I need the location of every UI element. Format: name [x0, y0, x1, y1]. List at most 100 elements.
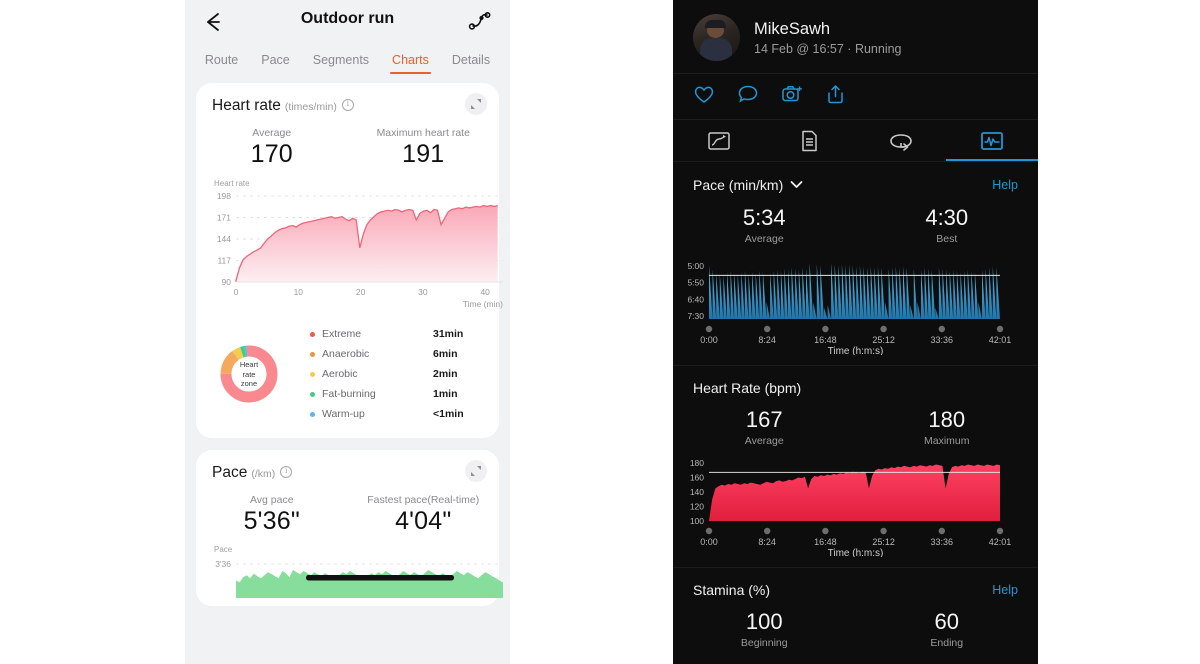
pace-average-stat: 5:34 Average [673, 205, 856, 245]
stat-value: 180 [928, 407, 966, 432]
zone-value: 31min [433, 328, 464, 340]
tab-details[interactable]: Details [452, 53, 490, 74]
tab-route[interactable]: Route [205, 53, 238, 74]
avatar[interactable] [693, 14, 740, 61]
stat-label: Average [744, 233, 784, 245]
tab-laps[interactable] [856, 120, 947, 161]
legend-item-fat-burning: Fat-burning 1min [310, 384, 481, 404]
hr-plot-area: 180 160 140 120 100 0:00 8:24 16:48 25:12 33:36 42… [673, 458, 1038, 559]
pace-section-header: Pace (min/km) Help [673, 176, 1038, 194]
chevron-down-icon[interactable] [790, 176, 803, 194]
zone-value: 1min [433, 388, 458, 400]
heart-rate-section-stats: 167 Average 180 Maximum [673, 407, 1038, 447]
pace-fastest-stat: Fastest pace(Real-time) 4'04" [348, 494, 500, 536]
svg-text:100: 100 [690, 516, 704, 526]
tab-pace[interactable]: Pace [261, 53, 290, 74]
svg-text:5:00: 5:00 [687, 261, 704, 271]
right-tab-bar [673, 120, 1038, 162]
svg-text:25:12: 25:12 [872, 537, 895, 547]
screenshot-stage: Outdoor run Route Pace Segments Charts D… [0, 0, 1200, 664]
heart-rate-average-stat: Average 170 [196, 127, 348, 169]
stat-value: 4'04" [395, 507, 452, 535]
laps-loop-icon [890, 133, 912, 151]
pace-best-stat: 4:30 Best [856, 205, 1039, 245]
expand-icon[interactable] [465, 93, 487, 115]
stat-label: Best [936, 233, 958, 245]
user-name: MikeSawh [754, 19, 831, 38]
pace-chart: Pace 3'36 [196, 545, 503, 598]
left-tab-bar: Route Pace Segments Charts Details [185, 44, 510, 74]
stamina-help-link[interactable]: Help [992, 583, 1018, 597]
share-route-icon[interactable] [467, 8, 493, 34]
pace-plot-area: 5:00 5:50 6:40 7:30 0:00 8:24 16:48 25:12 33:36 4… [673, 257, 1038, 357]
pace-help-link[interactable]: Help [992, 178, 1018, 192]
svg-text:117: 117 [217, 256, 231, 266]
camera-icon[interactable] [781, 84, 804, 109]
svg-text:3'36: 3'36 [215, 559, 231, 569]
donut-center-label: Heart rate zone [239, 359, 259, 388]
heart-rate-chart: Heart rate 198 171 144 117 90 0 10 20 30 40 Time (… [196, 179, 503, 310]
svg-text:144: 144 [217, 234, 231, 244]
stat-value: 5:34 [742, 205, 786, 230]
heart-rate-zone-row: Heart rate zone Extreme 31min Anaerobic 6m… [196, 310, 499, 430]
zone-name: Warm-up [322, 408, 365, 420]
pace-section-title: Pace (min/km) [693, 177, 784, 193]
pace-unit: (/km) [251, 468, 276, 480]
svg-text:140: 140 [690, 487, 704, 497]
svg-text:Time (h:m:s): Time (h:m:s) [828, 548, 884, 557]
info-icon[interactable] [280, 465, 293, 478]
hr-average-stat: 167 Average [673, 407, 856, 447]
zone-name: Aerobic [322, 368, 358, 380]
zone-color-dot [310, 351, 315, 357]
expand-icon[interactable] [465, 460, 487, 482]
svg-text:90: 90 [222, 277, 232, 287]
tab-document[interactable] [764, 120, 855, 161]
zone-value: 6min [433, 348, 458, 360]
svg-text:42:01: 42:01 [989, 537, 1012, 547]
tab-segments[interactable]: Segments [313, 53, 369, 74]
legend-item-extreme: Extreme 31min [310, 324, 481, 344]
tab-map-route[interactable] [673, 120, 764, 161]
pace-card: Pace (/km) Avg pace 5'36" Fastest pace(R… [196, 450, 503, 606]
activity-actions [673, 73, 1038, 120]
stat-label: Average [252, 127, 292, 139]
heart-rate-max-stat: Maximum heart rate 191 [348, 127, 500, 169]
stat-value: 100 [745, 609, 783, 634]
hr-y-axis-title: Heart rate [214, 179, 250, 188]
stamina-section-header: Stamina (%) Help [673, 582, 1038, 598]
stat-label: Ending [930, 637, 964, 649]
tab-charts[interactable]: Charts [390, 53, 431, 74]
heart-rate-section-header: Heart Rate (bpm) [673, 380, 1038, 396]
stat-label: Fastest pace(Real-time) [367, 494, 480, 506]
heart-rate-section: Heart Rate (bpm) 167 Average 180 Maximum… [673, 366, 1038, 559]
comment-icon[interactable] [737, 84, 759, 109]
heart-rate-title: Heart rate [212, 97, 281, 114]
page-title: Outdoor run [300, 10, 395, 27]
svg-text:33:36: 33:36 [931, 537, 954, 547]
zone-name: Fat-burning [322, 388, 376, 400]
legend-item-aerobic: Aerobic 2min [310, 364, 481, 384]
svg-text:16:48: 16:48 [814, 335, 837, 345]
svg-text:8:24: 8:24 [758, 537, 776, 547]
legend-item-anaerobic: Anaerobic 6min [310, 344, 481, 364]
info-icon[interactable] [341, 98, 354, 111]
svg-text:198: 198 [217, 191, 231, 201]
svg-text:Time (min): Time (min) [463, 299, 503, 309]
hr-plot-area: 198 171 144 117 90 0 10 20 30 40 Time (min) [206, 188, 503, 310]
heart-icon[interactable] [693, 84, 715, 109]
heart-rate-card: Heart rate (times/min) Average 170 Maxim… [196, 83, 503, 438]
pace-card-header: Pace (/km) [196, 464, 499, 482]
svg-text:42:01: 42:01 [989, 335, 1012, 345]
svg-text:160: 160 [690, 473, 704, 483]
pace-section: Pace (min/km) Help 5:34 Average 4:30 Bes… [673, 162, 1038, 357]
pace-y-axis-title: Pace [214, 545, 233, 554]
stamina-section-title: Stamina (%) [693, 582, 771, 598]
pace-section-stats: 5:34 Average 4:30 Best [673, 205, 1038, 245]
activity-meta: 14 Feb @ 16:57 · Running [754, 41, 902, 56]
tab-charts[interactable] [947, 120, 1038, 161]
svg-text:33:36: 33:36 [931, 335, 954, 345]
share-icon[interactable] [826, 84, 845, 109]
legend-item-warm-up: Warm-up <1min [310, 404, 481, 424]
stat-label: Maximum [923, 435, 970, 447]
svg-text:8:24: 8:24 [758, 335, 776, 345]
